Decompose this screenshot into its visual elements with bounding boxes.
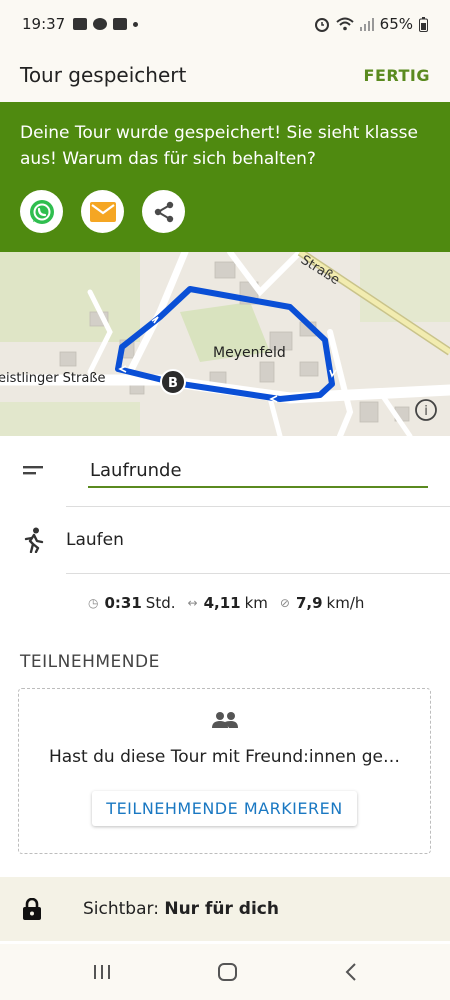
cloud-check-icon — [93, 18, 108, 30]
sport-label: Laufen — [66, 530, 124, 550]
wifi-icon — [335, 17, 354, 31]
participants-question: Hast du diese Tour mit Freund:innen ge… — [48, 747, 401, 767]
share-banner-message: Deine Tour wurde gespeichert! Sie sieht … — [20, 123, 418, 169]
visibility-value: Nur für dich — [164, 899, 279, 919]
home-icon[interactable] — [217, 962, 239, 982]
share-banner: Deine Tour wurde gespeichert! Sie sieht … — [0, 102, 450, 252]
tour-stats: ◷ 0:31 Std. ↔ 4,11 km ⊘ 7,9 km/h — [0, 574, 450, 632]
tour-map[interactable]: B Meyenfeld eistlinger Straße Straße i — [0, 252, 450, 436]
field-area — [0, 252, 140, 342]
system-nav-bar — [0, 944, 450, 1000]
checkbox-notification-icon — [113, 18, 128, 30]
participants-box: Hast du diese Tour mit Freund:innen ge… … — [18, 688, 431, 854]
people-icon — [211, 712, 238, 728]
speed-unit: km/h — [326, 594, 365, 612]
speed-value: 7,9 — [295, 594, 323, 612]
whatsapp-icon — [29, 199, 54, 224]
app-bar: Tour gespeichert FERTIG — [0, 48, 450, 102]
tour-name-input[interactable] — [88, 454, 428, 488]
share-icon — [154, 201, 173, 222]
visibility-label: Sichtbar: — [83, 899, 159, 919]
gallery-notification-icon — [73, 18, 88, 30]
street-label-left: eistlinger Straße — [0, 371, 106, 386]
battery-percent: 65% — [379, 15, 413, 33]
mark-participants-button[interactable]: TEILNEHMENDE MARKIEREN — [92, 791, 357, 826]
more-share-button[interactable] — [142, 190, 185, 233]
field-area — [0, 402, 140, 436]
email-share-button[interactable] — [81, 190, 124, 233]
tour-details: Laufen ◷ 0:31 Std. ↔ 4,11 km ⊘ 7,9 km/h — [0, 436, 450, 632]
system-icons: 65% — [314, 15, 428, 33]
done-button[interactable]: FERTIG — [364, 66, 430, 85]
share-buttons — [20, 190, 430, 233]
more-notifications-icon — [133, 21, 139, 27]
end-marker-label: B — [168, 376, 178, 391]
speed-icon: ⊘ — [279, 596, 290, 610]
distance-unit: km — [244, 594, 268, 612]
map-canvas: B Meyenfeld eistlinger Straße Straße i — [0, 252, 450, 436]
alarm-icon — [314, 18, 329, 32]
place-label: Meyenfeld — [213, 345, 286, 361]
whatsapp-share-button[interactable] — [20, 190, 63, 233]
signal-icon — [359, 18, 374, 31]
page-title: Tour gespeichert — [20, 63, 187, 87]
running-icon — [24, 527, 44, 553]
recents-icon[interactable] — [92, 963, 112, 981]
visibility-text: Sichtbar: Nur für dich — [83, 899, 279, 919]
svg-text:i: i — [424, 404, 428, 419]
distance-icon: ↔ — [187, 596, 198, 610]
participants-heading: TEILNEHMENDE — [20, 652, 160, 672]
status-time: 19:37 — [22, 15, 66, 33]
battery-icon — [419, 16, 428, 32]
visibility-row[interactable]: Sichtbar: Nur für dich — [0, 877, 450, 941]
clock-icon: ◷ — [88, 596, 99, 610]
duration-unit: Std. — [145, 594, 176, 612]
field-area — [360, 252, 450, 322]
notes-lines-icon — [23, 466, 43, 475]
notification-icons — [73, 18, 139, 30]
tour-name-row — [0, 436, 450, 506]
email-icon — [89, 201, 116, 222]
back-icon[interactable] — [344, 962, 358, 982]
lock-icon — [23, 898, 41, 920]
distance-value: 4,11 — [203, 594, 241, 612]
sport-row[interactable]: Laufen — [0, 507, 450, 573]
duration-value: 0:31 — [104, 594, 142, 612]
status-bar: 19:37 65% — [0, 0, 450, 48]
